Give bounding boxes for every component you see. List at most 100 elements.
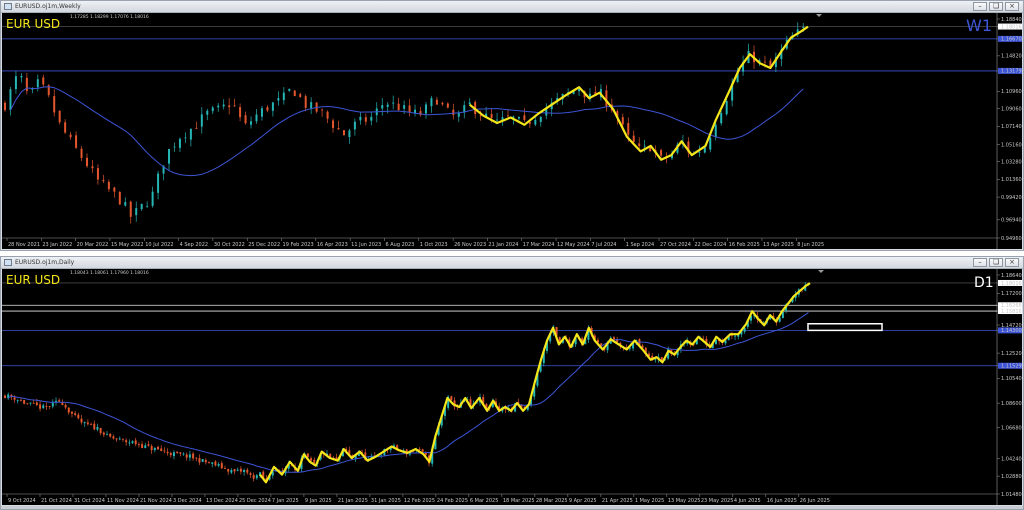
weekly-candlestick-chart[interactable]: 1.188401.18016 1.16670 1.14820 1.13179 1.109… bbox=[2, 13, 1022, 249]
time-label: 26 Nov 2023 bbox=[454, 242, 486, 248]
candle-body bbox=[252, 474, 255, 479]
candle-body bbox=[179, 452, 182, 454]
candle-body bbox=[80, 148, 83, 158]
price-label: 1.12520 bbox=[1001, 351, 1022, 357]
candle-body bbox=[211, 107, 214, 112]
candle-body bbox=[720, 112, 723, 124]
window-titlebar[interactable]: EURUSD.oj1m,Weekly – ❏ × bbox=[1, 1, 1023, 13]
candle-body bbox=[714, 124, 717, 138]
price-label: 0.94960 bbox=[1001, 236, 1022, 242]
candle-body bbox=[310, 458, 313, 461]
candle-body bbox=[703, 147, 706, 153]
time-label: 9 Apr 2025 bbox=[569, 498, 597, 504]
candle-body bbox=[185, 454, 188, 458]
candle-body bbox=[214, 461, 217, 466]
candle-body bbox=[266, 107, 269, 111]
candle-body bbox=[660, 150, 663, 156]
candle-body bbox=[227, 469, 230, 472]
candle-body bbox=[23, 400, 26, 404]
price-label: 1.05160 bbox=[1001, 142, 1022, 148]
candle-body bbox=[236, 469, 239, 471]
chart-window-icon bbox=[4, 259, 12, 266]
price-label: 1.18640 bbox=[1001, 273, 1022, 279]
daily-plot-area[interactable]: 1.18640 1.18016 1.17200 1.16268 1.15816 1.147… bbox=[2, 269, 1022, 505]
candle-body bbox=[45, 406, 48, 408]
candle-body bbox=[698, 151, 701, 153]
minimize-button[interactable]: – bbox=[973, 258, 987, 267]
candle-body bbox=[96, 168, 99, 180]
time-label: 13 May 2025 bbox=[668, 498, 701, 504]
window-titlebar[interactable]: EURUSD.oj1m,Daily – ❏ × bbox=[1, 257, 1023, 269]
candle-body bbox=[282, 92, 285, 101]
time-label: 13 Apr 2025 bbox=[763, 242, 794, 248]
candle-body bbox=[58, 110, 61, 123]
restore-button[interactable]: ❏ bbox=[989, 2, 1003, 11]
candle-body bbox=[337, 128, 340, 130]
candle-body bbox=[75, 135, 78, 148]
candle-body bbox=[4, 395, 6, 399]
candle-body bbox=[450, 396, 453, 401]
time-label: 26 Jun 2025 bbox=[800, 498, 830, 504]
chart-shift-marker bbox=[816, 14, 822, 17]
zigzag-line bbox=[259, 282, 811, 484]
candle-body bbox=[125, 440, 128, 443]
candle-body bbox=[332, 120, 335, 128]
candle-body bbox=[53, 96, 56, 113]
candle-body bbox=[643, 145, 646, 147]
candle-body bbox=[638, 143, 641, 146]
daily-candlestick-chart[interactable]: 1.186401.180161.172001.162681.158161.147… bbox=[2, 269, 1022, 505]
weekly-plot-area[interactable]: 1.18840 1.18016 1.16670 1.14820 1.13179 1.109… bbox=[2, 13, 1022, 249]
candle-body bbox=[134, 440, 137, 445]
candle-body bbox=[239, 107, 242, 118]
candle-body bbox=[131, 441, 134, 444]
minimize-button[interactable]: – bbox=[973, 2, 987, 11]
candle-body bbox=[147, 444, 150, 446]
time-label: 21 Apr 2025 bbox=[602, 498, 633, 504]
candle-body bbox=[200, 114, 203, 127]
price-label: 1.13179 bbox=[1001, 69, 1022, 75]
candle-body bbox=[141, 444, 144, 449]
candle-body bbox=[239, 468, 242, 472]
candle-body bbox=[244, 115, 247, 124]
candle-body bbox=[26, 403, 29, 405]
time-label: 11 Nov 2024 bbox=[107, 498, 139, 504]
close-button[interactable]: × bbox=[1005, 258, 1019, 267]
candle-body bbox=[255, 475, 258, 479]
candle-body bbox=[304, 96, 307, 108]
ohlc-readout: 1.18043 1.18061 1.17960 1.18016 bbox=[70, 270, 149, 276]
candle-body bbox=[157, 446, 160, 450]
candle-body bbox=[157, 173, 160, 193]
candle-body bbox=[144, 445, 147, 449]
candle-body bbox=[418, 449, 421, 450]
candle-body bbox=[74, 413, 77, 415]
price-label: 1.02880 bbox=[1001, 474, 1022, 480]
candle-body bbox=[29, 402, 32, 404]
chart-window-daily[interactable]: EURUSD.oj1m,Daily – ❏ × 1.18640 1.18016 1.… bbox=[0, 256, 1024, 510]
candle-body bbox=[9, 89, 12, 111]
candle-body bbox=[102, 180, 105, 182]
candle-body bbox=[233, 469, 236, 472]
candle-body bbox=[195, 128, 198, 129]
time-label: 16 Apr 2023 bbox=[317, 242, 348, 248]
moving-average-line bbox=[10, 86, 804, 177]
candle-body bbox=[39, 404, 42, 409]
time-label: 25 Dec 2022 bbox=[248, 242, 280, 248]
candle-body bbox=[135, 208, 138, 216]
candle-body bbox=[408, 105, 411, 113]
candle-body bbox=[86, 157, 89, 167]
candle-body bbox=[255, 114, 258, 122]
chart-window-weekly[interactable]: EURUSD.oj1m,Weekly – ❏ × 1.18840 1.18016 1… bbox=[0, 0, 1024, 251]
candle-body bbox=[124, 202, 127, 206]
candle-body bbox=[115, 438, 118, 440]
window-title: EURUSD.oj1m,Daily bbox=[15, 259, 75, 266]
candle-body bbox=[763, 61, 766, 63]
close-button[interactable]: × bbox=[1005, 2, 1019, 11]
restore-button[interactable]: ❏ bbox=[989, 258, 1003, 267]
candle-body bbox=[140, 203, 143, 210]
candle-body bbox=[195, 457, 198, 459]
candle-body bbox=[137, 444, 140, 445]
price-label: 1.17200 bbox=[1001, 291, 1022, 297]
candle-body bbox=[364, 117, 367, 122]
price-label: 1.18016 bbox=[1001, 24, 1022, 30]
candle-body bbox=[326, 111, 329, 119]
